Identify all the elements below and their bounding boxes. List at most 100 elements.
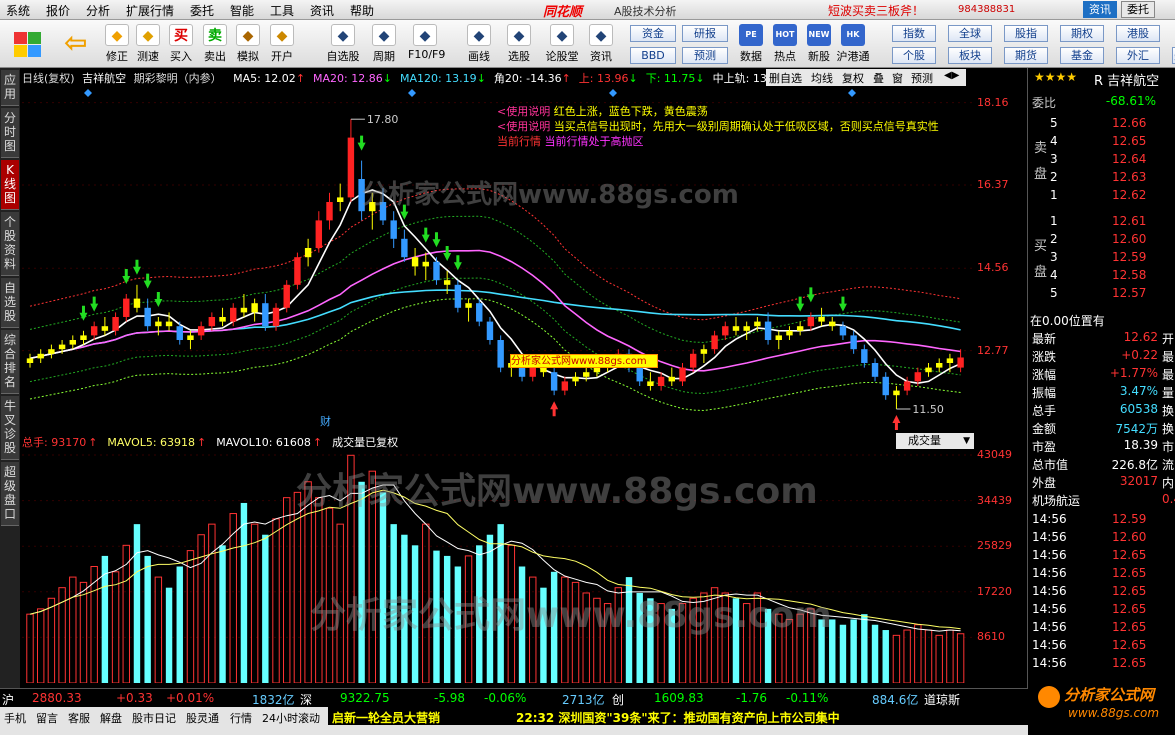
- volume-bar[interactable]: [165, 587, 173, 683]
- volume-bar[interactable]: [144, 555, 151, 683]
- menu-tools[interactable]: 工具: [270, 2, 294, 19]
- volume-bar[interactable]: [882, 630, 889, 683]
- candle-body[interactable]: [294, 257, 301, 285]
- bottom-tab-mobile[interactable]: 手机: [4, 710, 26, 726]
- volume-bar[interactable]: [625, 577, 633, 683]
- market-button-基金[interactable]: 基金: [1060, 47, 1104, 64]
- toolbar-button-新股[interactable]: NEW 新股: [802, 24, 836, 64]
- toolbar-button-6[interactable]: ◆ 自选股: [326, 24, 360, 64]
- candle-body[interactable]: [272, 307, 280, 327]
- volume-bar[interactable]: [390, 524, 397, 683]
- ticker-item[interactable]: 启新一轮全员大营销: [332, 709, 440, 726]
- bottom-tab-gulingtong[interactable]: 股灵通: [186, 710, 219, 726]
- menu-analysis[interactable]: 分析: [86, 2, 110, 19]
- side-tab-4[interactable]: 自选股: [1, 278, 19, 328]
- candle-body[interactable]: [807, 317, 815, 327]
- candle-body[interactable]: [123, 298, 130, 317]
- candle-body[interactable]: [668, 376, 676, 382]
- candle-body[interactable]: [230, 307, 237, 322]
- volume-bar[interactable]: [401, 534, 408, 683]
- square-button-研报[interactable]: 研报: [682, 25, 728, 42]
- volume-bar[interactable]: [433, 550, 440, 683]
- bottom-tab-rolling-news[interactable]: 24小时滚动: [262, 710, 320, 726]
- toolbar-button-数据[interactable]: PE 数据: [734, 24, 768, 64]
- candle-body[interactable]: [454, 284, 462, 308]
- volume-indicator-select[interactable]: 成交量 ▼: [896, 433, 974, 449]
- candle-body[interactable]: [647, 381, 654, 386]
- volume-bar[interactable]: [476, 545, 483, 683]
- level-price[interactable]: 12.61: [1112, 214, 1146, 228]
- candle-body[interactable]: [144, 307, 151, 327]
- tab-forecast[interactable]: 预测: [911, 70, 933, 86]
- finance-marker[interactable]: 财: [320, 414, 331, 428]
- candle-body[interactable]: [754, 321, 761, 327]
- toolbar-button-0[interactable]: ◆ 修正: [100, 24, 134, 64]
- candle-body[interactable]: [304, 248, 312, 258]
- candle-body[interactable]: [893, 390, 900, 396]
- sz-index[interactable]: 9322.75: [340, 691, 390, 705]
- candle-body[interactable]: [262, 303, 269, 327]
- candle-body[interactable]: [722, 326, 729, 336]
- market-button-全球[interactable]: 全球: [948, 25, 992, 42]
- candle-body[interactable]: [561, 381, 569, 391]
- candle-body[interactable]: [775, 335, 782, 340]
- candle-body[interactable]: [283, 284, 290, 308]
- sh-index[interactable]: 2880.33: [32, 691, 82, 705]
- bottom-tab-diary[interactable]: 股市日记: [132, 710, 176, 726]
- bottom-tab-quotes[interactable]: 行情: [230, 710, 252, 726]
- volume-bar[interactable]: [550, 571, 558, 683]
- volume-bar[interactable]: [647, 598, 654, 683]
- candle-body[interactable]: [187, 335, 194, 340]
- candle-body[interactable]: [433, 261, 440, 281]
- volume-bar[interactable]: [411, 545, 419, 683]
- candle-body[interactable]: [165, 321, 173, 327]
- candle-body[interactable]: [732, 326, 740, 331]
- candle-body[interactable]: [850, 335, 857, 350]
- candle-body[interactable]: [133, 298, 141, 308]
- toolbar-button-2[interactable]: 买买入: [164, 24, 198, 64]
- candle-body[interactable]: [529, 367, 536, 377]
- candle-body[interactable]: [58, 344, 66, 350]
- volume-bar[interactable]: [443, 555, 451, 683]
- candle-body[interactable]: [37, 353, 44, 359]
- square-button-BBD[interactable]: BBD: [630, 47, 676, 64]
- candle-body[interactable]: [347, 137, 355, 198]
- tab-ma[interactable]: 均线: [811, 70, 833, 86]
- back-arrow-icon[interactable]: ⇦: [64, 28, 90, 58]
- menu-smart[interactable]: 智能: [230, 2, 254, 19]
- volume-bar[interactable]: [636, 592, 643, 683]
- volume-bar[interactable]: [732, 598, 740, 683]
- toolbar-button-3[interactable]: 卖卖出: [198, 24, 232, 64]
- candle-body[interactable]: [540, 367, 547, 373]
- toolbar-button-沪港通[interactable]: HK 沪港通: [836, 24, 870, 64]
- candle-body[interactable]: [155, 321, 162, 327]
- candle-body[interactable]: [914, 372, 922, 382]
- market-button-期权[interactable]: 期权: [1060, 25, 1104, 42]
- level-price[interactable]: 12.60: [1112, 232, 1146, 246]
- candle-body[interactable]: [358, 179, 365, 212]
- toolbar-button-热点[interactable]: HOT 热点: [768, 24, 802, 64]
- volume-bar[interactable]: [497, 524, 504, 683]
- candle-body[interactable]: [829, 321, 836, 327]
- volume-bar[interactable]: [219, 545, 226, 683]
- candle-body[interactable]: [80, 335, 87, 340]
- bottom-tab-service[interactable]: 客服: [68, 710, 90, 726]
- level-price[interactable]: 12.58: [1112, 268, 1146, 282]
- news-ticker[interactable]: 启新一轮全员大营销 22:32 深圳国资"39条"来了：推动国有资产向上市公司集…: [328, 707, 1028, 725]
- volume-bar[interactable]: [486, 534, 494, 683]
- volume-bar[interactable]: [454, 566, 462, 684]
- candle-body[interactable]: [711, 335, 718, 350]
- candle-body[interactable]: [197, 326, 205, 336]
- side-tab-6[interactable]: 牛叉诊股: [1, 396, 19, 460]
- toolbar-button-12[interactable]: ◆ 资讯: [584, 24, 618, 64]
- candle-body[interactable]: [26, 358, 34, 363]
- menu-extended-quotes[interactable]: 扩展行情: [126, 2, 174, 19]
- candle-body[interactable]: [401, 238, 408, 258]
- candle-body[interactable]: [925, 367, 932, 373]
- candle-body[interactable]: [251, 303, 258, 313]
- volume-bar[interactable]: [262, 534, 269, 683]
- square-button-资金[interactable]: 资金: [630, 25, 676, 42]
- market-button-板块[interactable]: 板块: [948, 47, 992, 64]
- candle-body[interactable]: [90, 326, 98, 336]
- toolbar-button-11[interactable]: ◆ 论股堂: [545, 24, 579, 64]
